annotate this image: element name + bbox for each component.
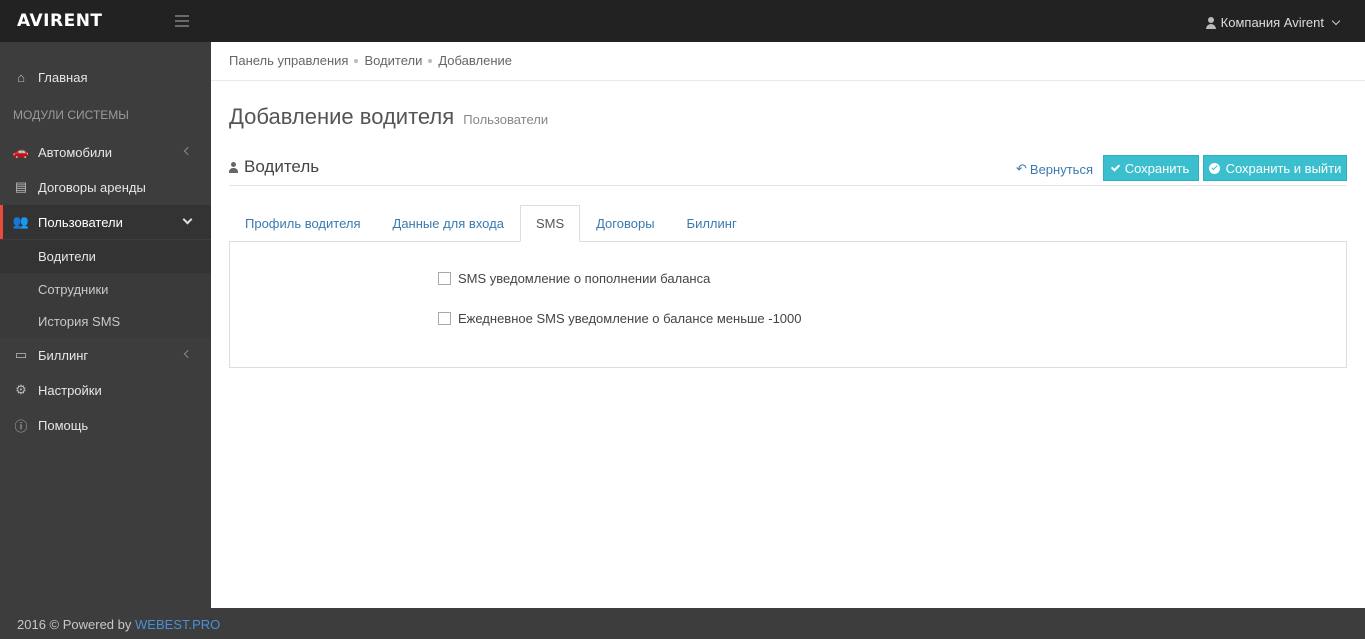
sidebar-item-cars[interactable]: 🚗 Автомобили <box>0 135 211 169</box>
sidebar-item-home[interactable]: ⌂ Главная <box>0 60 211 94</box>
sidebar-item-label: Главная <box>38 69 88 85</box>
breadcrumb-separator <box>354 58 359 63</box>
save-button[interactable]: Сохранить <box>1103 155 1199 181</box>
sms-balance-topup-checkbox[interactable] <box>438 272 451 285</box>
user-menu-label: Компания Avirent <box>1220 15 1324 30</box>
credit-card-icon: ▭ <box>14 347 28 362</box>
section-title-text: Водитель <box>244 157 320 176</box>
sidebar-item-billing[interactable]: ▭ Биллинг <box>0 338 211 372</box>
section-title: Водитель <box>229 157 319 177</box>
breadcrumb-current: Добавление <box>438 53 513 68</box>
user-menu[interactable]: Компания Avirent <box>1205 15 1341 30</box>
chevron-left-icon <box>183 146 193 156</box>
breadcrumb: Панель управления Водители Добавление <box>229 53 512 68</box>
back-link-label: Вернуться <box>1029 161 1093 177</box>
top-navbar: AVIRENT Компания Avirent <box>0 0 1365 42</box>
sidebar-item-label: Автомобили <box>38 144 113 160</box>
reply-arrow-icon: ↶ <box>1016 161 1027 176</box>
sidebar: ⌂ Главная Модули системы 🚗 Автомобили ▤ … <box>0 42 211 608</box>
page-title-text: Добавление водителя <box>229 104 455 129</box>
sidebar-item-label: Помощь <box>38 417 89 433</box>
user-icon <box>229 161 238 173</box>
save-button-label: Сохранить <box>1124 160 1190 176</box>
sidebar-item-users[interactable]: 👥 Пользователи <box>0 205 211 239</box>
sms-daily-low-balance-checkbox[interactable] <box>438 312 451 325</box>
tab-login-data[interactable]: Данные для входа <box>377 205 520 242</box>
sidebar-item-settings[interactable]: ⚙ Настройки <box>0 373 211 407</box>
users-icon: 👥 <box>12 214 30 229</box>
breadcrumb-dashboard[interactable]: Панель управления <box>229 53 348 68</box>
tab-contracts[interactable]: Договоры <box>580 205 670 242</box>
sidebar-item-contracts[interactable]: ▤ Договоры аренды <box>0 170 211 204</box>
footer: 2016 © Powered by WEBEST.PRO <box>0 608 1365 639</box>
tab-driver-profile[interactable]: Профиль водителя <box>229 205 377 242</box>
divider <box>211 80 1365 81</box>
user-icon <box>1205 16 1216 29</box>
tab-sms[interactable]: SMS <box>519 205 581 242</box>
tab-bar: Профиль водителя Данные для входа SMS До… <box>229 205 753 242</box>
sms-daily-low-balance-option[interactable]: Ежедневное SMS уведомление о балансе мен… <box>438 311 802 326</box>
check-icon <box>1110 161 1120 172</box>
sidebar-item-label: Договоры аренды <box>38 179 146 195</box>
document-icon: ▤ <box>14 179 28 194</box>
save-and-exit-button-label: Сохранить и выйти <box>1225 160 1342 176</box>
breadcrumb-drivers[interactable]: Водители <box>364 53 422 68</box>
sidebar-item-label: Пользователи <box>38 214 123 230</box>
app-logo[interactable]: AVIRENT <box>17 11 103 31</box>
menu-toggle-icon[interactable] <box>175 15 189 27</box>
checkbox-label: SMS уведомление о пополнении баланса <box>458 271 711 286</box>
chevron-left-icon <box>183 349 193 359</box>
sms-tab-panel: SMS уведомление о пополнении баланса Еже… <box>229 241 1347 368</box>
divider <box>229 185 1347 186</box>
page-subtitle: Пользователи <box>463 112 549 127</box>
sidebar-subitem-sms-history[interactable]: История SMS <box>0 305 211 338</box>
gears-icon: ⚙ <box>15 382 27 397</box>
footer-link[interactable]: WEBEST.PRO <box>135 617 220 632</box>
back-link[interactable]: ↶ Вернуться <box>1016 161 1093 177</box>
sms-balance-topup-option[interactable]: SMS уведомление о пополнении баланса <box>438 271 710 286</box>
chevron-down-icon <box>1331 16 1341 25</box>
sidebar-item-label: Настройки <box>38 382 102 398</box>
info-icon: ⓘ <box>14 418 28 434</box>
page-title: Добавление водителя Пользователи <box>229 104 548 130</box>
tab-billing[interactable]: Биллинг <box>671 205 753 242</box>
checkbox-label: Ежедневное SMS уведомление о балансе мен… <box>458 311 802 326</box>
check-circle-icon <box>1208 162 1220 174</box>
breadcrumb-separator <box>428 58 433 63</box>
car-icon: 🚗 <box>12 144 30 159</box>
sidebar-item-label: Биллинг <box>38 347 89 363</box>
main-content: Панель управления Водители Добавление До… <box>211 42 1365 608</box>
footer-text: 2016 © Powered by WEBEST.PRO <box>17 617 220 632</box>
save-and-exit-button[interactable]: Сохранить и выйти <box>1203 155 1347 181</box>
sidebar-subitem-drivers[interactable]: Водители <box>0 240 211 273</box>
footer-copyright: 2016 © Powered by <box>17 617 132 632</box>
sidebar-item-help[interactable]: ⓘ Помощь <box>0 408 211 442</box>
home-icon: ⌂ <box>17 69 25 85</box>
sidebar-section-label: Модули системы <box>13 108 129 122</box>
sidebar-subitem-employees[interactable]: Сотрудники <box>0 273 211 306</box>
chevron-down-icon <box>182 214 193 225</box>
